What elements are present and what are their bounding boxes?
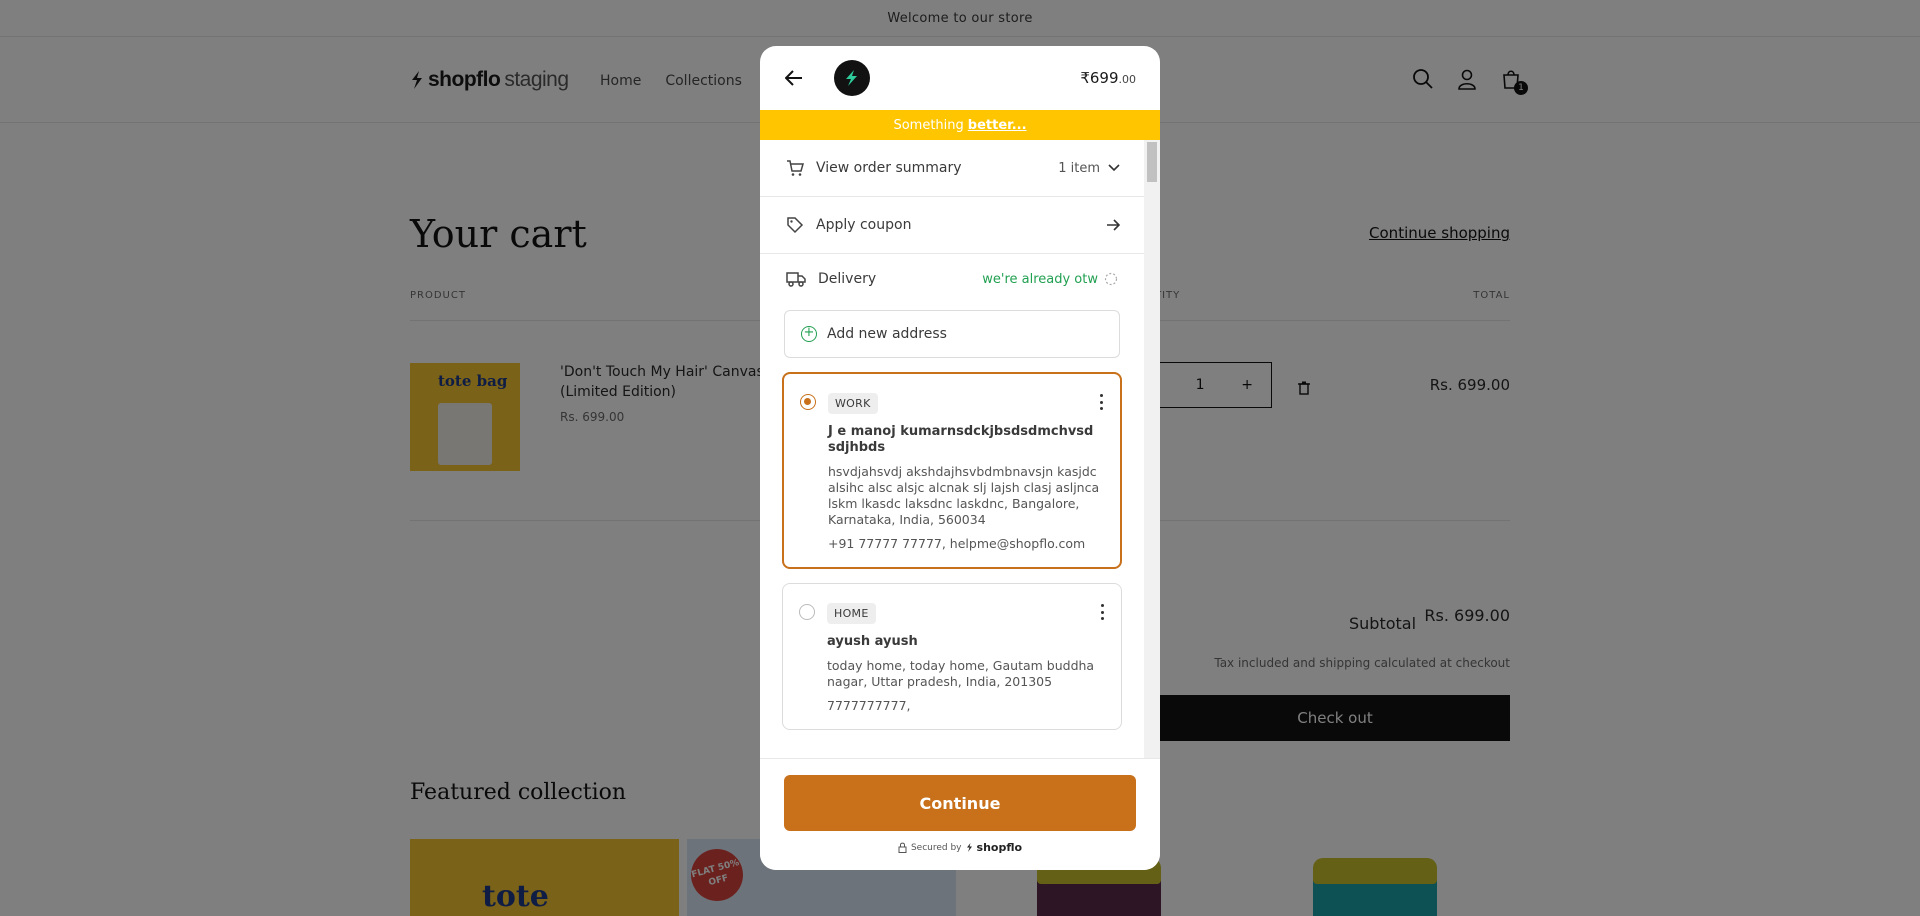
modal-scroll-area[interactable]: View order summary 1 item Apply coupon D… — [760, 140, 1144, 790]
scrollbar-thumb[interactable] — [1147, 142, 1157, 182]
banner-link[interactable]: better... — [968, 118, 1027, 133]
address-radio[interactable] — [799, 604, 815, 620]
tag-icon — [787, 217, 804, 234]
delivery-status-text: we're already otw — [982, 271, 1098, 287]
cart-icon — [787, 160, 804, 176]
apply-coupon-label: Apply coupon — [816, 217, 912, 233]
delivery-label: Delivery — [818, 271, 877, 287]
delivery-row: Delivery we're already otw — [760, 254, 1144, 304]
modal-footer: Continue Secured by shopflo — [760, 758, 1160, 870]
chevron-down-icon — [1108, 164, 1120, 172]
address-contact: 7777777777, — [827, 698, 911, 713]
more-options-icon[interactable] — [1101, 604, 1105, 620]
address-tag: HOME — [827, 603, 876, 624]
add-address-label: Add new address — [827, 326, 947, 342]
price-decimal: .00 — [1118, 73, 1137, 86]
secured-by-text: Secured by — [910, 842, 962, 853]
coupon-arrow — [1106, 219, 1120, 231]
loading-spinner-icon — [1104, 272, 1118, 286]
promo-banner: Something better... — [760, 110, 1160, 140]
shopflo-logo-icon — [834, 60, 870, 96]
lock-icon — [898, 842, 907, 853]
address-name: J e manoj kumarnsdckjbsdsdmchvsd sdjhbds — [828, 424, 1094, 455]
address-card-home[interactable]: HOME ayush ayush today home, today home,… — [782, 583, 1122, 730]
address-contact: +91 77777 77777, helpme@shopflo.com — [828, 536, 1086, 551]
order-item-count: 1 item — [1058, 160, 1100, 176]
back-arrow-icon[interactable] — [782, 66, 806, 90]
delivery-status: we're already otw — [982, 272, 1118, 287]
checkout-modal: ₹699.00 Something better... View order su… — [760, 46, 1160, 870]
address-tag: WORK — [828, 393, 878, 414]
address-radio-selected[interactable] — [800, 394, 816, 410]
shopflo-logo-icon — [966, 843, 972, 852]
order-summary-row[interactable]: View order summary 1 item — [760, 140, 1144, 197]
secured-brand: shopflo — [976, 841, 1023, 854]
address-text: hsvdjahsvdj akshdajhsvbdmbnavsjn kasjdc … — [828, 464, 1100, 527]
secured-by: Secured by shopflo — [760, 841, 1160, 854]
arrow-right-icon — [1107, 219, 1120, 231]
order-summary-meta: 1 item — [1058, 161, 1120, 176]
truck-icon — [786, 272, 806, 287]
add-new-address-button[interactable]: + Add new address — [784, 310, 1120, 358]
address-card-work[interactable]: WORK J e manoj kumarnsdckjbsdsdmchvsd sd… — [782, 372, 1122, 569]
banner-text: Something — [893, 117, 964, 133]
modal-scrollbar[interactable] — [1144, 140, 1160, 790]
apply-coupon-row[interactable]: Apply coupon — [760, 197, 1144, 254]
continue-button[interactable]: Continue — [784, 775, 1136, 831]
plus-circle-icon: + — [801, 326, 817, 342]
order-summary-label: View order summary — [816, 160, 962, 176]
modal-header: ₹699.00 — [760, 46, 1160, 110]
more-options-icon[interactable] — [1100, 394, 1104, 410]
price-main: ₹699 — [1080, 69, 1119, 87]
modal-order-total: ₹699.00 — [1080, 69, 1136, 87]
address-text: today home, today home, Gautam buddha na… — [827, 658, 1095, 689]
address-name: ayush ayush — [827, 634, 918, 649]
